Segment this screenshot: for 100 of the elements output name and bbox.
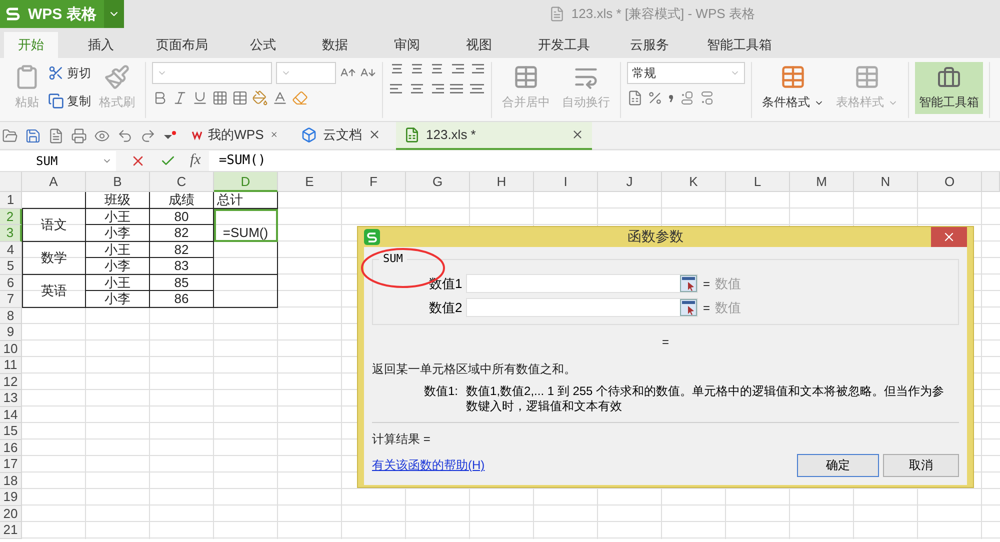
document-tab[interactable]: 123.xls *	[396, 122, 592, 150]
column-header[interactable]: B	[86, 172, 150, 192]
row-header[interactable]: 5	[0, 258, 22, 274]
column-header[interactable]: M	[790, 172, 854, 192]
align-icon[interactable]	[469, 82, 485, 96]
column-header[interactable]: C	[150, 172, 214, 192]
table-cell[interactable]	[214, 242, 278, 274]
column-header[interactable]: I	[534, 172, 598, 192]
help-link[interactable]: 有关该函数的帮助(H)	[372, 457, 793, 474]
row-header[interactable]: 9	[0, 324, 22, 340]
table-cell[interactable]	[214, 274, 278, 308]
column-header[interactable]: A	[22, 172, 86, 192]
row-header[interactable]: 10	[0, 340, 22, 357]
toolbox-button[interactable]: 智能工具箱	[915, 62, 983, 114]
align-icon[interactable]	[429, 82, 445, 96]
app-logo-icon	[4, 5, 22, 23]
table-cell: 总计	[214, 192, 278, 208]
cancel-button[interactable]: 取消	[883, 454, 959, 477]
column-header[interactable]: K	[662, 172, 726, 192]
eraser-icon[interactable]	[292, 90, 308, 106]
menu-tab[interactable]: 视图	[452, 32, 506, 58]
italic-icon[interactable]	[172, 90, 188, 106]
row-header[interactable]: 8	[0, 308, 22, 324]
align-icon[interactable]	[409, 62, 425, 76]
row-header[interactable]: 18	[0, 472, 22, 489]
conditional-format-button[interactable]: 条件格式	[758, 62, 828, 113]
align-icon[interactable]	[429, 62, 445, 76]
table-icon[interactable]	[232, 90, 248, 106]
cut-button[interactable]: 剪切	[48, 62, 91, 84]
table-cell: 82	[150, 225, 214, 242]
close-icon[interactable]	[368, 128, 381, 141]
document-tab[interactable]: 我的WPS	[184, 122, 286, 150]
row-header[interactable]: 7	[0, 291, 22, 308]
close-icon[interactable]	[571, 128, 584, 141]
column-header[interactable]: O	[918, 172, 982, 192]
column-header[interactable]: N	[854, 172, 918, 192]
customize-icon[interactable]	[163, 130, 177, 142]
column-header[interactable]: L	[726, 172, 790, 192]
dropdown-button[interactable]	[104, 0, 124, 28]
align-icon[interactable]	[469, 62, 485, 76]
row-header[interactable]: 11	[0, 357, 22, 374]
name-box[interactable]: SUM	[0, 150, 116, 170]
range-picker-icon[interactable]	[680, 275, 697, 292]
row-header[interactable]: 14	[0, 406, 22, 423]
menu-tab[interactable]: 审阅	[380, 32, 434, 58]
close-button[interactable]	[931, 227, 967, 247]
redo-icon[interactable]	[140, 128, 156, 144]
cube-icon	[301, 126, 317, 142]
comma-icon[interactable]	[667, 92, 675, 104]
menu-tab[interactable]: 页面布局	[142, 32, 222, 58]
row-header[interactable]: 1	[0, 192, 22, 208]
column-header[interactable]: E	[278, 172, 342, 192]
align-icon[interactable]	[449, 62, 465, 76]
menu-tab[interactable]: 开始	[4, 32, 58, 58]
print-icon[interactable]	[71, 128, 87, 144]
row-header[interactable]: 20	[0, 506, 22, 522]
document-tab[interactable]: 云文档	[293, 122, 389, 150]
number-format-select[interactable]: 常规	[627, 62, 745, 84]
underline-icon[interactable]	[192, 90, 208, 106]
argument-field[interactable]	[466, 298, 698, 317]
spreadsheet-icon	[404, 126, 420, 142]
borders-icon[interactable]	[212, 90, 228, 106]
save-icon[interactable]	[25, 128, 41, 144]
menu-tab[interactable]: 云服务	[616, 32, 683, 58]
row-header[interactable]: 19	[0, 489, 22, 506]
copy-button[interactable]: 复制	[48, 90, 91, 112]
align-icon[interactable]	[389, 62, 405, 76]
argument-field[interactable]	[466, 274, 698, 293]
row-header[interactable]: 6	[0, 274, 22, 291]
row-header[interactable]: 13	[0, 390, 22, 406]
row-header[interactable]: 21	[0, 522, 22, 538]
menu-tab[interactable]: 数据	[308, 32, 362, 58]
percent-icon[interactable]	[647, 90, 663, 106]
row-header[interactable]: 17	[0, 456, 22, 472]
row-header[interactable]: 15	[0, 423, 22, 440]
menu-tab[interactable]: 插入	[74, 32, 128, 58]
column-header[interactable]: G	[406, 172, 470, 192]
export-icon[interactable]	[48, 128, 64, 144]
font-color-icon[interactable]	[272, 90, 288, 106]
row-header[interactable]: 4	[0, 242, 22, 258]
row-header[interactable]: 16	[0, 440, 22, 456]
menu-tab[interactable]: 开发工具	[524, 32, 604, 58]
ok-button[interactable]: 确定	[797, 454, 879, 477]
menu-tab[interactable]: 公式	[236, 32, 290, 58]
column-header[interactable]: F	[342, 172, 406, 192]
align-icon[interactable]	[449, 82, 465, 96]
table-cell: 小王	[86, 274, 150, 291]
formula-field[interactable]: =SUM()	[208, 150, 1000, 170]
undo-icon[interactable]	[117, 128, 133, 144]
fill-icon[interactable]	[252, 90, 268, 106]
column-header[interactable]: H	[470, 172, 534, 192]
menu-tab[interactable]: 智能工具箱	[693, 32, 786, 58]
insert-function-button[interactable]: fx	[190, 152, 201, 169]
range-picker-icon[interactable]	[680, 299, 697, 316]
align-icon[interactable]	[409, 82, 425, 96]
row-header[interactable]: 12	[0, 374, 22, 390]
align-icon[interactable]	[389, 82, 405, 96]
column-header[interactable]: J	[598, 172, 662, 192]
table-cell[interactable]: =SUM()	[214, 208, 278, 242]
open-icon[interactable]	[2, 128, 18, 144]
